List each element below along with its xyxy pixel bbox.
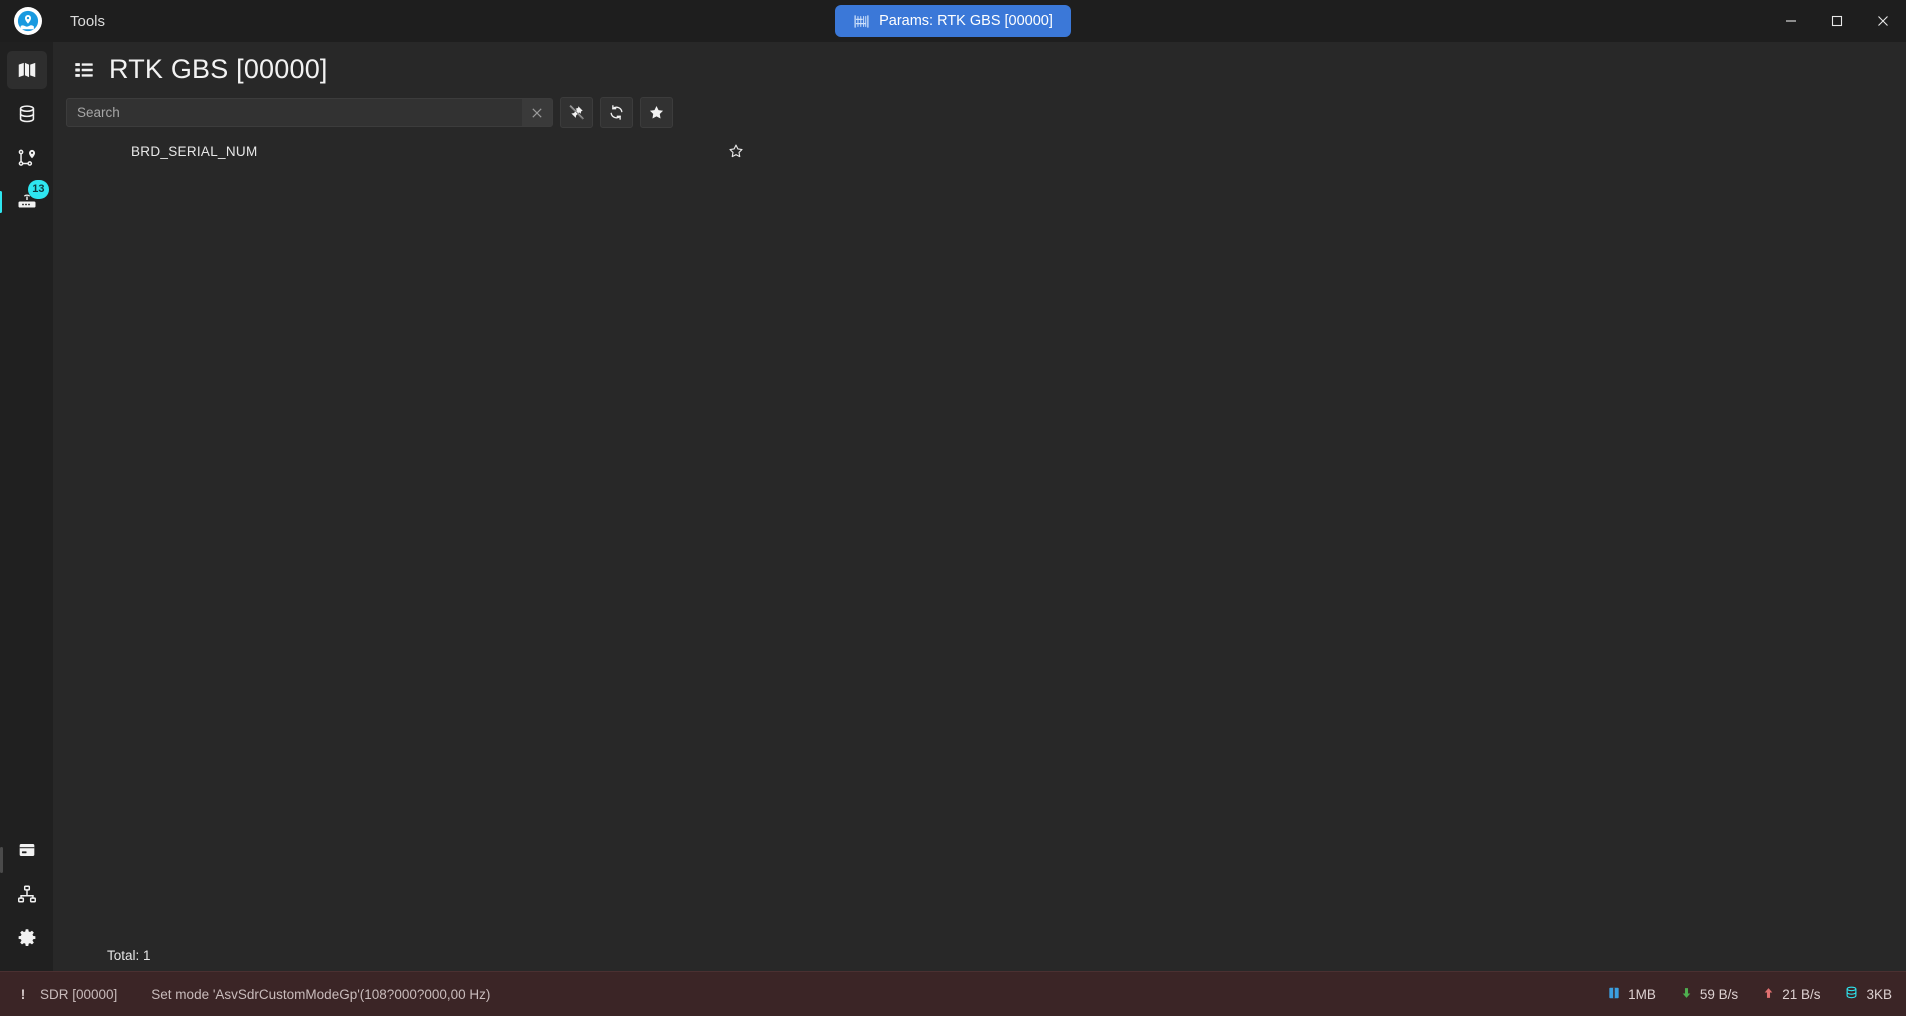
close-button[interactable] [1860, 0, 1906, 42]
status-left-group: ! SDR [00000] Set mode 'AsvSdrCustomMode… [0, 986, 491, 1002]
list-total-bar: Total: 1 [53, 939, 1906, 971]
sidebar-item-settings[interactable] [7, 919, 47, 957]
sidebar-item-devices[interactable]: 13 [0, 180, 49, 221]
book-memory-icon [1607, 986, 1621, 1003]
left-navigation-rail: 13 [0, 42, 53, 1016]
list-toolbar [53, 91, 1906, 128]
page-header: RTK GBS [00000] [53, 42, 1906, 91]
param-name: BRD_SERIAL_NUM [131, 143, 258, 159]
upload-rate-value: 21 B/s [1782, 986, 1821, 1002]
warning-icon: ! [20, 986, 26, 1002]
search-input[interactable] [67, 99, 522, 126]
page-title: RTK GBS [00000] [109, 54, 328, 84]
search-field-wrapper [66, 98, 553, 127]
status-source: SDR [00000] [40, 986, 118, 1002]
favorites-filter-button[interactable] [640, 97, 673, 128]
total-label: Total: 1 [107, 947, 151, 963]
maximize-button[interactable] [1814, 0, 1860, 42]
status-message: Set mode 'AsvSdrCustomModeGp'(108?000?00… [151, 986, 491, 1002]
download-rate-metric: 59 B/s [1680, 986, 1738, 1003]
menu-tools[interactable]: Tools [62, 9, 113, 34]
star-outline-icon[interactable] [725, 140, 747, 162]
minimize-button[interactable] [1768, 0, 1814, 42]
sidebar-item-database[interactable] [7, 95, 47, 133]
rail-scroll-indicator[interactable] [0, 847, 3, 873]
status-bar: ! SDR [00000] Set mode 'AsvSdrCustomMode… [0, 971, 1906, 1016]
device-count-badge: 13 [28, 180, 49, 199]
sidebar-item-console[interactable] [7, 831, 47, 869]
storage-size-value: 3KB [1866, 986, 1892, 1002]
memory-usage-metric: 1MB [1607, 986, 1656, 1003]
active-indicator-bar [0, 191, 2, 213]
storage-size-metric: 3KB [1844, 985, 1892, 1003]
status-metrics: 1MB 59 B/s 21 B/s 3KB [1583, 985, 1906, 1003]
arrow-up-icon [1762, 986, 1775, 1003]
search-clear-button[interactable] [522, 99, 552, 126]
sidebar-item-map[interactable] [6, 51, 47, 89]
database-small-icon [1844, 985, 1859, 1003]
download-rate-value: 59 B/s [1699, 986, 1739, 1002]
map-pin-logo-icon [14, 7, 42, 35]
refresh-button[interactable] [600, 97, 633, 128]
memory-usage-value: 1MB [1628, 986, 1656, 1002]
pin-off-button[interactable] [560, 97, 593, 128]
sliders-params-icon [853, 13, 870, 30]
main-content: RTK GBS [00000] Search BRD_SERIAL_NUM To… [53, 42, 1906, 971]
upload-rate-metric: 21 B/s [1762, 986, 1820, 1003]
sidebar-item-routes[interactable] [7, 139, 47, 177]
rail-top-group: 13 [0, 42, 49, 224]
params-list: BRD_SERIAL_NUM [53, 136, 1906, 166]
tab-label: Params: RTK GBS [00000] [879, 13, 1053, 29]
sidebar-item-network[interactable] [7, 875, 47, 913]
list-icon [73, 59, 95, 81]
tab-params-rtk-gbs[interactable]: Params: RTK GBS [00000] [835, 5, 1071, 37]
arrow-down-icon [1680, 986, 1693, 1003]
window-controls [1768, 0, 1906, 42]
table-row[interactable]: BRD_SERIAL_NUM [53, 136, 1906, 166]
